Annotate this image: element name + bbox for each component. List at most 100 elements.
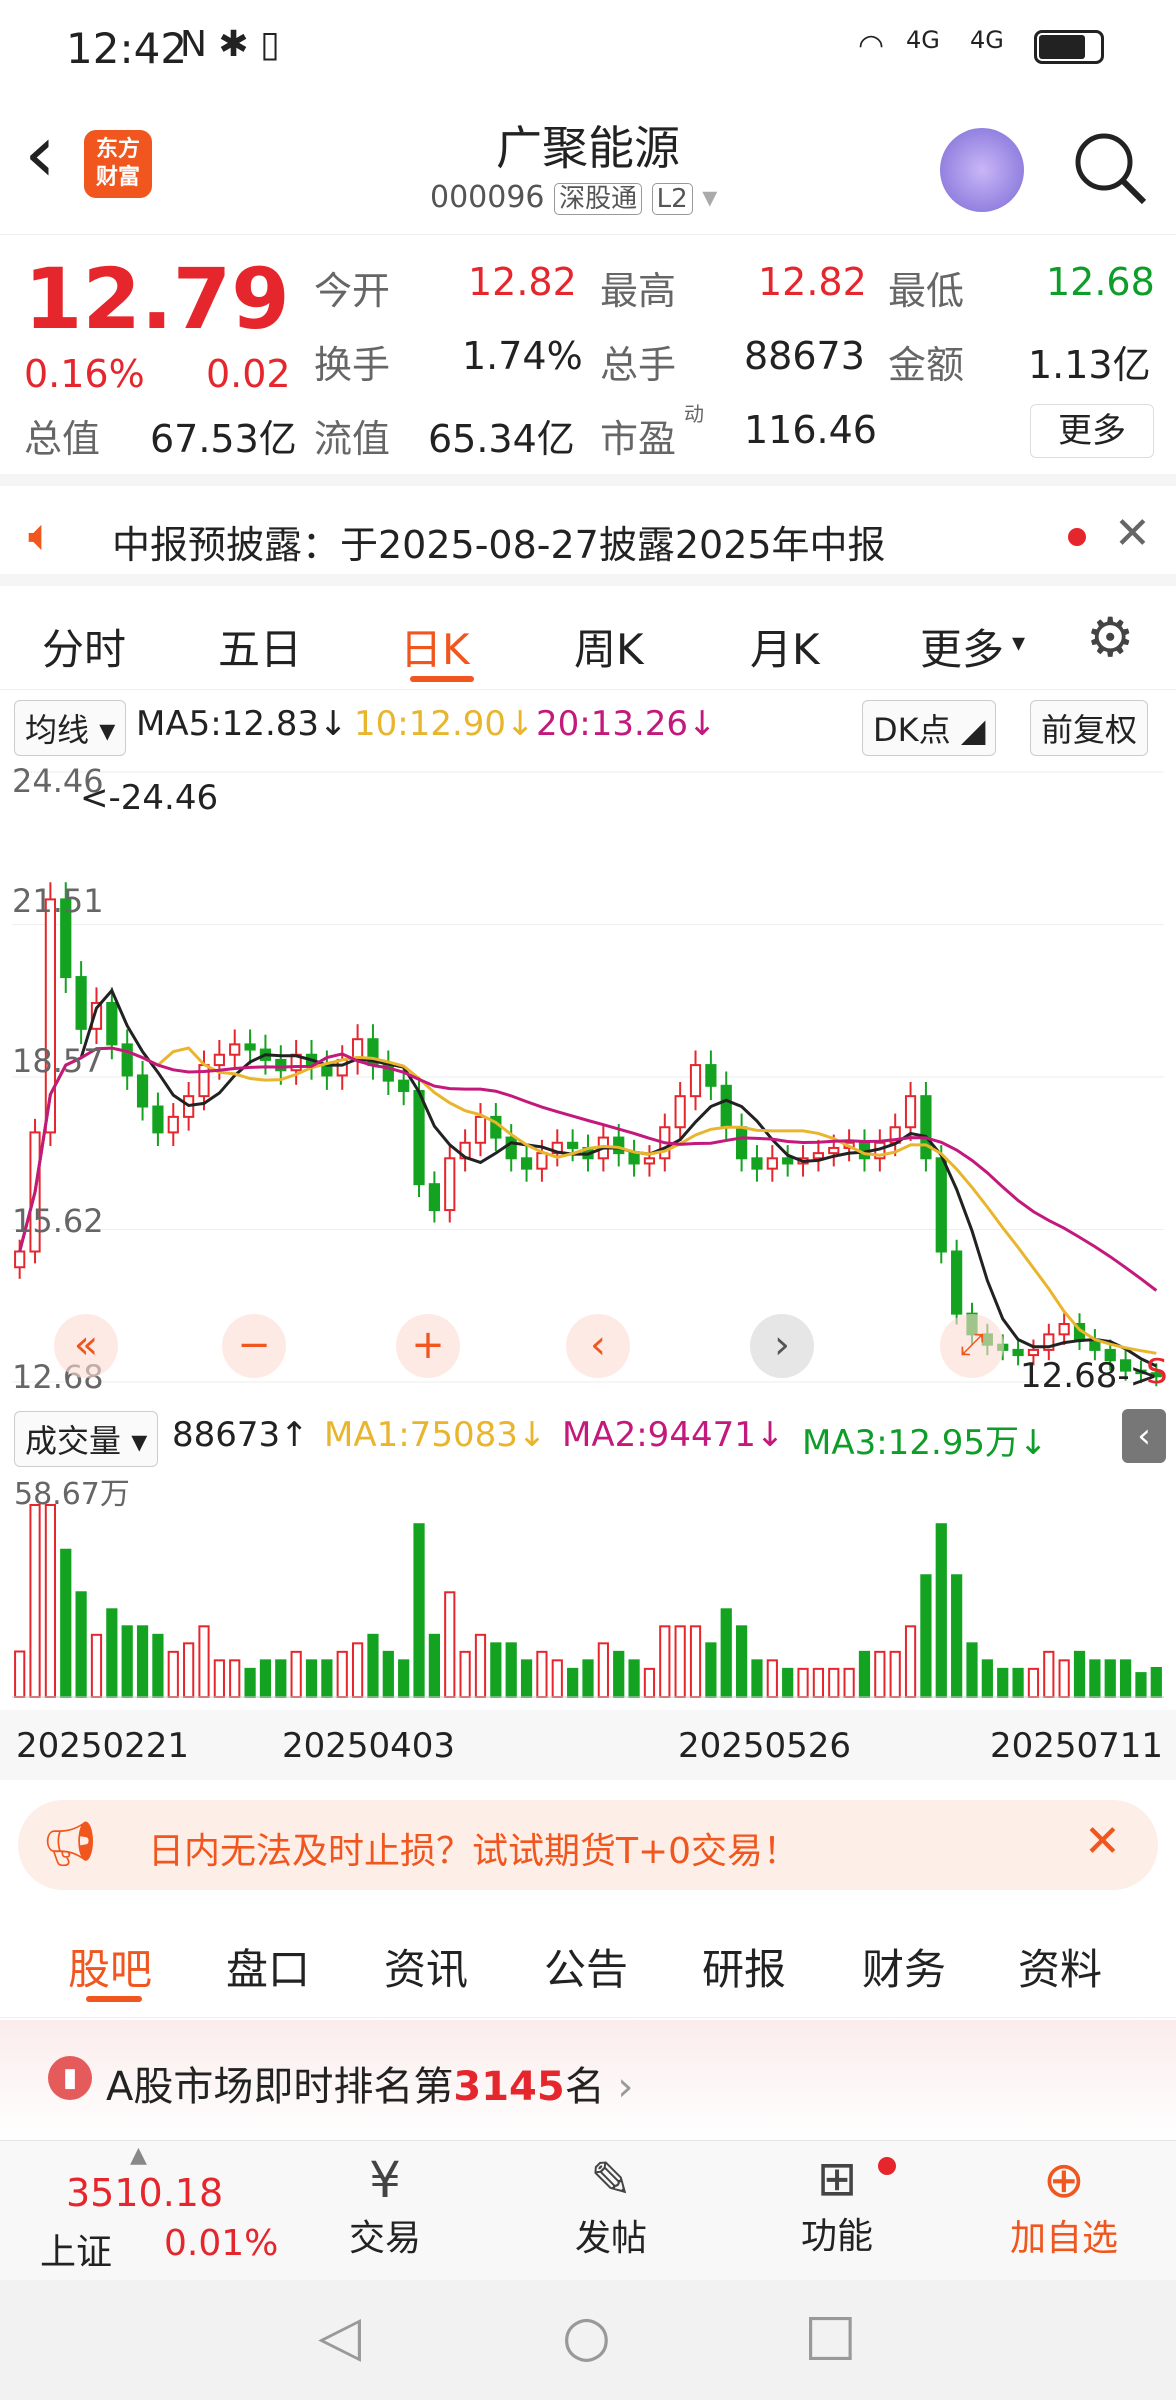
dk-point-button[interactable]: DK点 ◢ [862,700,997,756]
scroll-left-fast-icon[interactable]: « [54,1314,118,1378]
futures-ad-banner[interactable]: 📢︎ 日内无法及时止损？试试期货T+0交易！ ✕ [18,1800,1158,1890]
change-amt: 0.02 [206,352,291,396]
candle [520,1157,533,1170]
tab-daily-k[interactable]: 日K [400,616,470,677]
high-value: 12.82 [758,260,867,304]
tab-finance[interactable]: 财务 [862,1936,946,1997]
volume-bar [843,1667,855,1698]
candle [904,1095,917,1129]
vol-ma3: MA3:12.95万↓ [802,1423,1048,1463]
function-button[interactable]: ⊞ 功能 [782,2151,896,2259]
index-pct: 0.01% [164,2223,279,2264]
robot-avatar-icon[interactable] [940,128,1024,212]
candle [474,1115,487,1144]
collapse-panel-icon[interactable]: ‹ [1122,1409,1166,1463]
post-button[interactable]: ✎ 发帖 [556,2151,666,2261]
plus-circle-icon: ⊕ [1043,2151,1085,2209]
nav-home-icon[interactable]: ○ [562,2304,611,2369]
info-tabs: 股吧 盘口 资讯 公告 研报 财务 资料 [0,1908,1176,2018]
tab-5day[interactable]: 五日 [218,616,302,677]
volume-bar [167,1650,179,1698]
candle [213,1053,225,1067]
last-price: 12.79 [24,250,290,348]
index-ticker[interactable]: ▲ 3510.18 上证 0.01% [0,2141,300,2281]
date-label: 20250526 [678,1726,852,1766]
volume-bar [613,1650,625,1698]
candle [674,1095,686,1129]
gear-icon[interactable]: ⚙ [1086,606,1134,669]
volume-bar [505,1642,517,1698]
candle [613,1136,625,1155]
open-label: 今开 [314,269,391,313]
date-label: 20250711 [990,1726,1164,1766]
tab-research[interactable]: 研报 [702,1936,786,1997]
tab-more[interactable]: 更多 [920,616,1004,677]
ma-legend-row: 均线 ▾ MA5:12.83↓ 10:12.90↓ 20:13.26↓ DK点 … [0,692,1176,756]
trade-button[interactable]: ¥ 交易 [330,2151,440,2261]
index-name: 上证 [40,2232,113,2273]
high-label: 最高 [600,269,677,313]
volume-bar [689,1625,702,1698]
nav-recent-icon[interactable]: □ [804,2302,857,2367]
vol-ma1: MA1:75083↓ [324,1415,547,1455]
volume-bar [1058,1659,1070,1698]
indicator-select[interactable]: 均线 ▾ [14,700,127,756]
fullscreen-icon[interactable]: ⤢ [940,1314,1004,1378]
volume-bar [244,1667,256,1698]
volume-bar [136,1625,149,1698]
nav-back-icon[interactable]: ◁ [318,2304,361,2369]
volume-bar [398,1659,410,1698]
close-icon[interactable]: ✕ [1114,508,1151,559]
tab-monthly-k[interactable]: 月K [750,616,820,677]
close-icon[interactable]: ✕ [1084,1816,1121,1867]
zoom-out-icon[interactable]: − [222,1314,286,1378]
volume-indicator-select[interactable]: 成交量 ▾ [14,1411,159,1467]
kline-chart[interactable]: 24.46 21.51 18.57 15.62 12.68 <-24.46 12… [12,752,1168,1402]
market-rank-banner[interactable]: ▮ A股市场即时排名第3145名 › [0,2020,1176,2140]
notice-bar[interactable]: 🔈︎ 中报预披露：于2025-08-27披露2025年中报 ✕ [0,486,1176,586]
tab-announcements[interactable]: 公告 [544,1936,628,1997]
candle [428,1183,441,1212]
volume-bar [183,1642,195,1698]
active-tab-indicator [410,676,474,682]
tab-profile[interactable]: 资料 [1018,1936,1102,1997]
volume-bar [889,1650,901,1698]
sgt-badge: 深股通 [554,183,643,215]
volume-max-label: 58.67万 [14,1477,130,1512]
add-watchlist-button[interactable]: ⊕ 加自选 [996,2151,1132,2261]
status-bar: 12:42 N ✱ ▯ ◠ 4G 4G [0,0,1176,100]
tab-pankou[interactable]: 盘口 [226,1936,310,1997]
volume-bar [321,1659,333,1698]
float-value: 65.34亿 [428,417,575,461]
volume-bar [490,1642,502,1698]
ma20-value: 20:13.26↓ [536,704,717,744]
scroll-left-icon[interactable]: ‹ [566,1314,630,1378]
search-icon[interactable] [1070,128,1150,208]
volume-bar [567,1667,579,1698]
tab-guba[interactable]: 股吧 [68,1936,152,1997]
tab-news[interactable]: 资讯 [384,1936,468,1997]
candle [628,1152,640,1165]
min-price-label: 12.68-> [1020,1356,1159,1396]
candle [643,1157,656,1165]
adjust-select[interactable]: 前复权 [1030,700,1149,756]
tab-weekly-k[interactable]: 周K [574,616,644,677]
more-button[interactable]: 更多 [1030,404,1154,458]
candle [720,1084,732,1129]
candle [1027,1348,1040,1357]
volume-bar [935,1523,947,1698]
date-axis: 20250221 20250403 20250526 20250711 [0,1710,1176,1780]
chevron-down-icon: ▾ [1012,628,1026,658]
tab-timeshare[interactable]: 分时 [42,616,126,677]
volume-bar [1135,1672,1147,1698]
rank-text: A股市场即时排名第3145名 › [106,2064,634,2110]
volume-bar [413,1523,425,1698]
volume-bar [828,1667,840,1698]
scroll-right-icon[interactable]: › [750,1314,814,1378]
stock-code-line[interactable]: 000096 深股通 L2 ▾ [430,178,717,215]
volume-chart[interactable]: 58.67万 [12,1465,1164,1705]
volume-bar [1150,1666,1162,1699]
volume-bar [797,1667,809,1698]
zoom-in-icon[interactable]: + [396,1314,460,1378]
volume-bar [997,1667,1009,1698]
